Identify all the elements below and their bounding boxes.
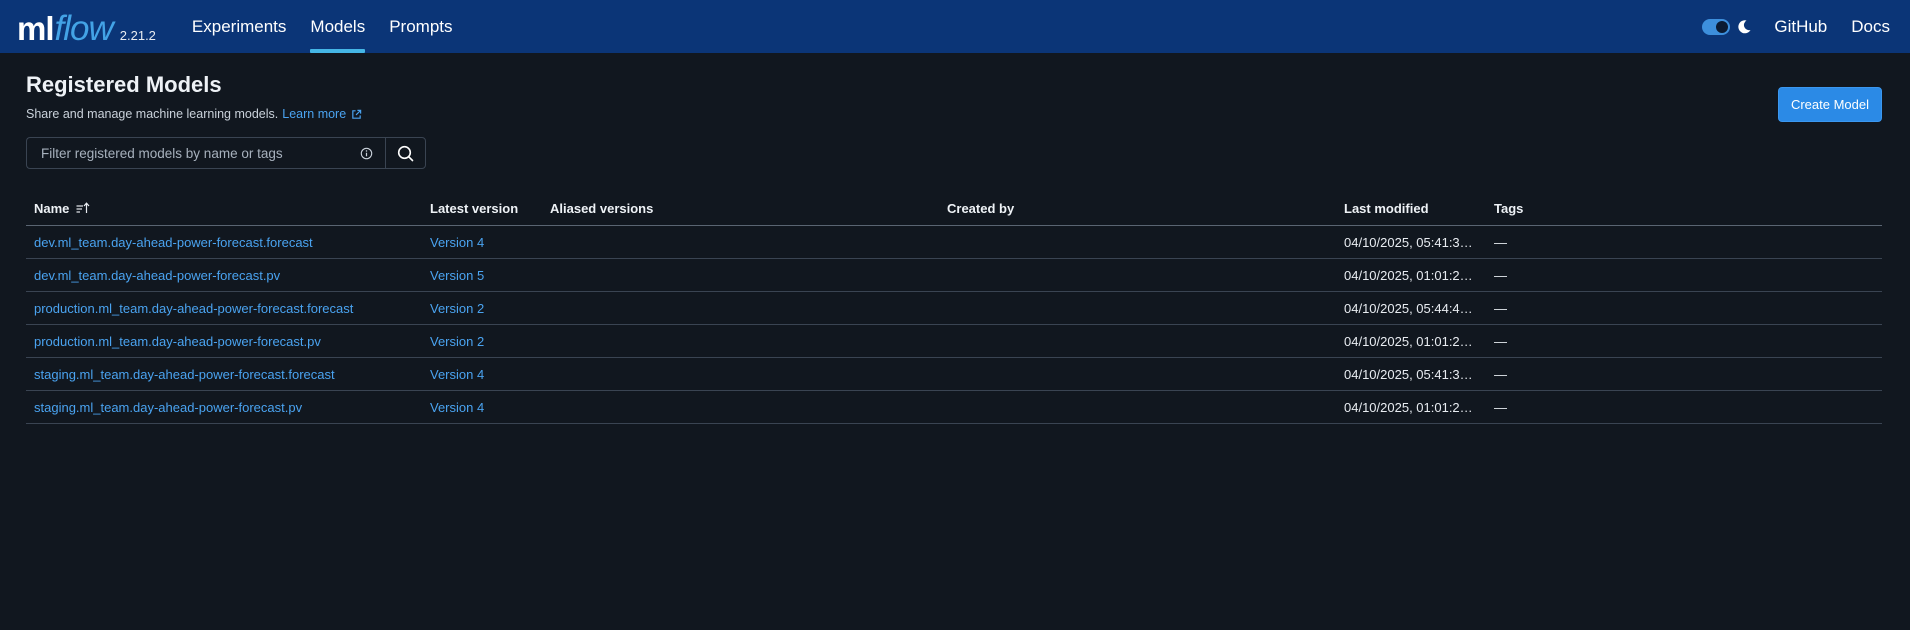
logo-flow-text: flow	[54, 8, 114, 48]
column-header-aliased-versions: Aliased versions	[542, 191, 939, 226]
header-right: GitHub Docs	[1702, 17, 1890, 37]
column-header-created-by: Created by	[939, 191, 1336, 226]
search-field	[26, 137, 385, 169]
search-button[interactable]	[385, 137, 426, 169]
nav-experiments-label: Experiments	[191, 16, 287, 36]
toggle-knob	[1716, 20, 1729, 33]
column-header-tags: Tags	[1486, 191, 1882, 226]
latest-version-link[interactable]: Version 4	[430, 400, 484, 415]
column-header-latest-version: Latest version	[422, 191, 542, 226]
create-model-button[interactable]: Create Model	[1777, 87, 1882, 122]
models-table: Name Latest version Aliased versions Cre…	[26, 191, 1882, 424]
table-row: dev.ml_team.day-ahead-power-forecast.for…	[26, 225, 1882, 259]
model-name-link[interactable]: staging.ml_team.day-ahead-power-forecast…	[34, 367, 335, 382]
top-navigation-bar: ml flow 2.21.2 Experiments Models Prompt…	[0, 0, 1910, 53]
nav-models-label: Models	[310, 16, 366, 36]
logo-ml-text: ml	[17, 9, 55, 47]
created-by-cell	[939, 357, 1336, 391]
latest-version-link[interactable]: Version 2	[430, 334, 484, 349]
column-header-name[interactable]: Name	[26, 191, 422, 226]
created-by-cell	[939, 324, 1336, 358]
page-subtitle: Share and manage machine learning models…	[26, 107, 1884, 121]
subtitle-text: Share and manage machine learning models…	[26, 107, 279, 121]
latest-version-link[interactable]: Version 2	[430, 301, 484, 316]
tags-cell: —	[1486, 357, 1882, 391]
page-title: Registered Models	[26, 72, 222, 97]
model-name-link[interactable]: staging.ml_team.day-ahead-power-forecast…	[34, 400, 302, 415]
tags-cell: —	[1486, 390, 1882, 424]
created-by-cell	[939, 258, 1336, 292]
external-link-icon[interactable]	[351, 109, 362, 120]
table-row: production.ml_team.day-ahead-power-forec…	[26, 291, 1882, 325]
table-header-row: Name Latest version Aliased versions Cre…	[26, 191, 1882, 226]
last-modified-cell: 04/10/2025, 01:01:2…	[1344, 268, 1473, 284]
tags-cell: —	[1486, 291, 1882, 325]
model-name-link[interactable]: dev.ml_team.day-ahead-power-forecast.for…	[34, 235, 313, 250]
docs-link[interactable]: Docs	[1851, 17, 1890, 37]
nav-experiments[interactable]: Experiments	[180, 0, 298, 53]
aliased-versions-cell	[542, 258, 939, 292]
nav-models[interactable]: Models	[298, 0, 377, 53]
aliased-versions-cell	[542, 357, 939, 391]
tags-cell: —	[1486, 324, 1882, 358]
info-icon[interactable]	[360, 147, 373, 160]
github-link[interactable]: GitHub	[1774, 17, 1827, 37]
last-modified-cell: 04/10/2025, 05:44:4…	[1344, 301, 1473, 317]
model-name-link[interactable]: production.ml_team.day-ahead-power-forec…	[34, 334, 321, 349]
table-row: staging.ml_team.day-ahead-power-forecast…	[26, 357, 1882, 391]
nav-prompts[interactable]: Prompts	[377, 0, 464, 53]
tags-cell: —	[1486, 258, 1882, 292]
latest-version-link[interactable]: Version 4	[430, 367, 484, 382]
aliased-versions-cell	[542, 390, 939, 424]
last-modified-cell: 04/10/2025, 01:01:2…	[1344, 334, 1473, 350]
search-bar	[26, 137, 426, 169]
last-modified-cell: 04/10/2025, 05:41:3…	[1344, 367, 1473, 383]
table-row: dev.ml_team.day-ahead-power-forecast.pv …	[26, 258, 1882, 292]
latest-version-link[interactable]: Version 5	[430, 268, 484, 283]
latest-version-link[interactable]: Version 4	[430, 235, 484, 250]
tags-cell: —	[1486, 225, 1882, 259]
created-by-cell	[939, 390, 1336, 424]
created-by-cell	[939, 291, 1336, 325]
search-input[interactable]	[39, 144, 360, 162]
models-page: Create Model Registered Models Share and…	[0, 72, 1910, 424]
moon-icon	[1738, 19, 1751, 33]
table-row: production.ml_team.day-ahead-power-forec…	[26, 324, 1882, 358]
last-modified-cell: 04/10/2025, 01:01:2…	[1344, 400, 1473, 416]
model-name-link[interactable]: dev.ml_team.day-ahead-power-forecast.pv	[34, 268, 280, 283]
last-modified-cell: 04/10/2025, 05:41:3…	[1344, 235, 1473, 251]
nav-prompts-label: Prompts	[389, 16, 453, 36]
column-name-label: Name	[34, 200, 70, 216]
search-icon	[397, 145, 414, 161]
mlflow-logo[interactable]: ml flow 2.21.2	[17, 7, 156, 47]
aliased-versions-cell	[542, 291, 939, 325]
learn-more-link[interactable]: Learn more	[282, 107, 346, 121]
theme-toggle[interactable]	[1702, 18, 1731, 35]
version-label: 2.21.2	[119, 27, 156, 43]
aliased-versions-cell	[542, 225, 939, 259]
main-nav: Experiments Models Prompts	[180, 0, 465, 53]
aliased-versions-cell	[542, 324, 939, 358]
model-name-link[interactable]: production.ml_team.day-ahead-power-forec…	[34, 301, 353, 316]
column-header-last-modified: Last modified	[1336, 191, 1486, 226]
table-row: staging.ml_team.day-ahead-power-forecast…	[26, 390, 1882, 424]
sort-ascending-icon	[76, 201, 90, 213]
created-by-cell	[939, 225, 1336, 259]
